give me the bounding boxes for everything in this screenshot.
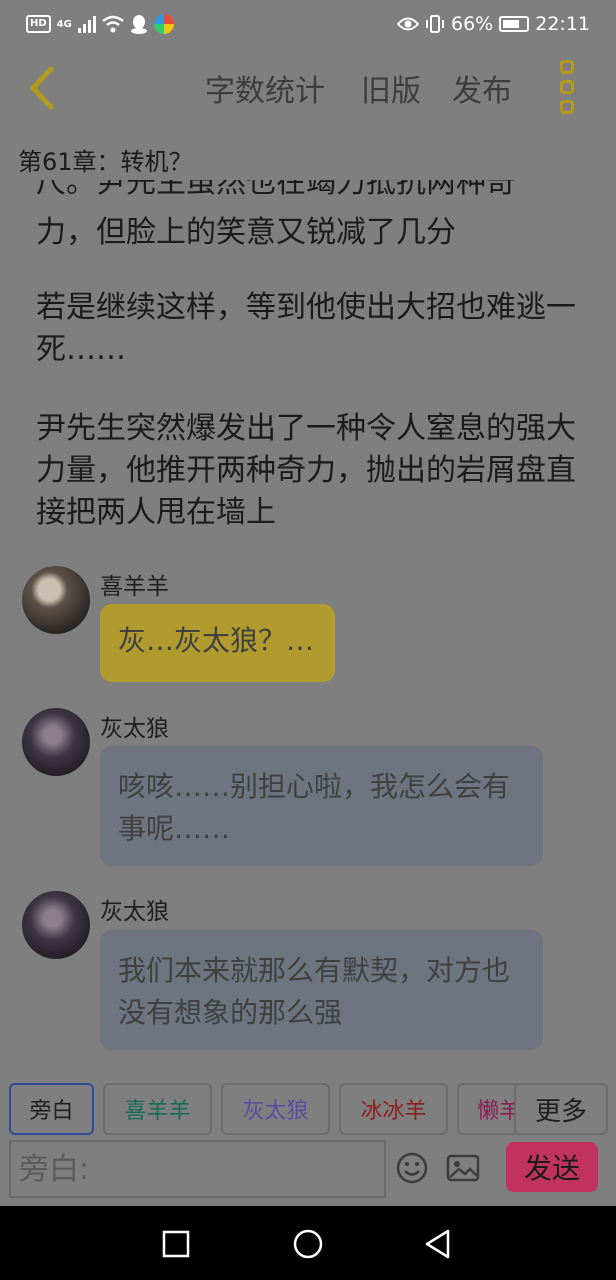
- chevron-left-icon: [30, 66, 54, 110]
- chapter-title: 第61章：转机？: [18, 148, 193, 176]
- message-sender-name: 喜羊羊: [100, 574, 169, 600]
- role-chip-xiyangyang[interactable]: 喜羊羊: [103, 1083, 212, 1135]
- signal-icon: [77, 15, 96, 33]
- word-count-button[interactable]: 字数统计: [205, 66, 325, 110]
- role-chip-bingbingyang[interactable]: 冰冰羊: [339, 1083, 448, 1135]
- message-input[interactable]: [9, 1140, 386, 1198]
- message-bubble[interactable]: 我们本来就那么有默契，对方也没有想象的那么强: [100, 930, 543, 1050]
- status-right: 66% 22:11: [397, 13, 590, 35]
- composer: 发送: [0, 1137, 616, 1205]
- message-sender-name: 灰太狼: [100, 899, 169, 925]
- qq-icon: [130, 15, 147, 34]
- color-app-icon: [153, 14, 174, 34]
- message-bubble[interactable]: 灰…灰太狼？…: [100, 604, 335, 682]
- status-bar: HD 4G 66% 22:11: [0, 0, 616, 48]
- top-bar: 字数统计 旧版 发布: [0, 48, 616, 130]
- home-icon[interactable]: [290, 1226, 326, 1262]
- role-chip-narration[interactable]: 旁白: [9, 1083, 94, 1135]
- eye-icon: [397, 17, 419, 31]
- status-left: HD 4G: [26, 14, 174, 34]
- paragraph: 力，但脸上的笑意又锐减了几分: [36, 215, 456, 250]
- publish-button[interactable]: 发布: [452, 66, 512, 110]
- battery-icon: [499, 16, 530, 32]
- vibrate-icon: [426, 15, 444, 33]
- emoji-icon[interactable]: [395, 1151, 429, 1185]
- avatar-huitailang[interactable]: [22, 708, 90, 776]
- message-bubble[interactable]: 咳咳……别担心啦，我怎么会有事呢……: [100, 746, 543, 866]
- network-type: 4G: [56, 18, 72, 30]
- paragraph: 尹先生突然爆发出了一种令人窒息的强大力量，他推开两种奇力，抛出的岩屑盘直接把两人…: [36, 411, 576, 530]
- hd-icon: HD: [26, 15, 51, 33]
- image-icon[interactable]: [446, 1151, 480, 1185]
- recent-apps-icon[interactable]: [158, 1226, 194, 1262]
- send-button[interactable]: 发送: [506, 1142, 598, 1192]
- back-icon[interactable]: [420, 1226, 456, 1262]
- battery-percent: 66%: [451, 13, 494, 35]
- more-vertical-icon[interactable]: [552, 60, 582, 114]
- more-roles-button[interactable]: 更多: [514, 1083, 608, 1135]
- message-sender-name: 灰太狼: [100, 716, 169, 742]
- old-version-button[interactable]: 旧版: [361, 66, 421, 110]
- partial-text-line: 尺。尹先生虽然也在竭力抵抗两种奇: [36, 180, 516, 200]
- wifi-icon: [102, 15, 124, 33]
- system-nav-bar: [0, 1206, 616, 1280]
- avatar-huitailang[interactable]: [22, 891, 90, 959]
- role-selector: 旁白 喜羊羊 灰太狼 冰冰羊 懒羊 更多: [0, 1083, 616, 1137]
- paragraph: 若是继续这样，等到他使出大招也难逃一死……: [36, 290, 576, 367]
- avatar-xiyangyang[interactable]: [22, 566, 90, 634]
- back-button[interactable]: [14, 60, 70, 116]
- role-chip-huitailang[interactable]: 灰太狼: [221, 1083, 330, 1135]
- clock: 22:11: [535, 13, 590, 35]
- story-content[interactable]: 尺。尹先生虽然也在竭力抵抗两种奇 力，但脸上的笑意又锐减了几分 若是继续这样，等…: [0, 180, 616, 1075]
